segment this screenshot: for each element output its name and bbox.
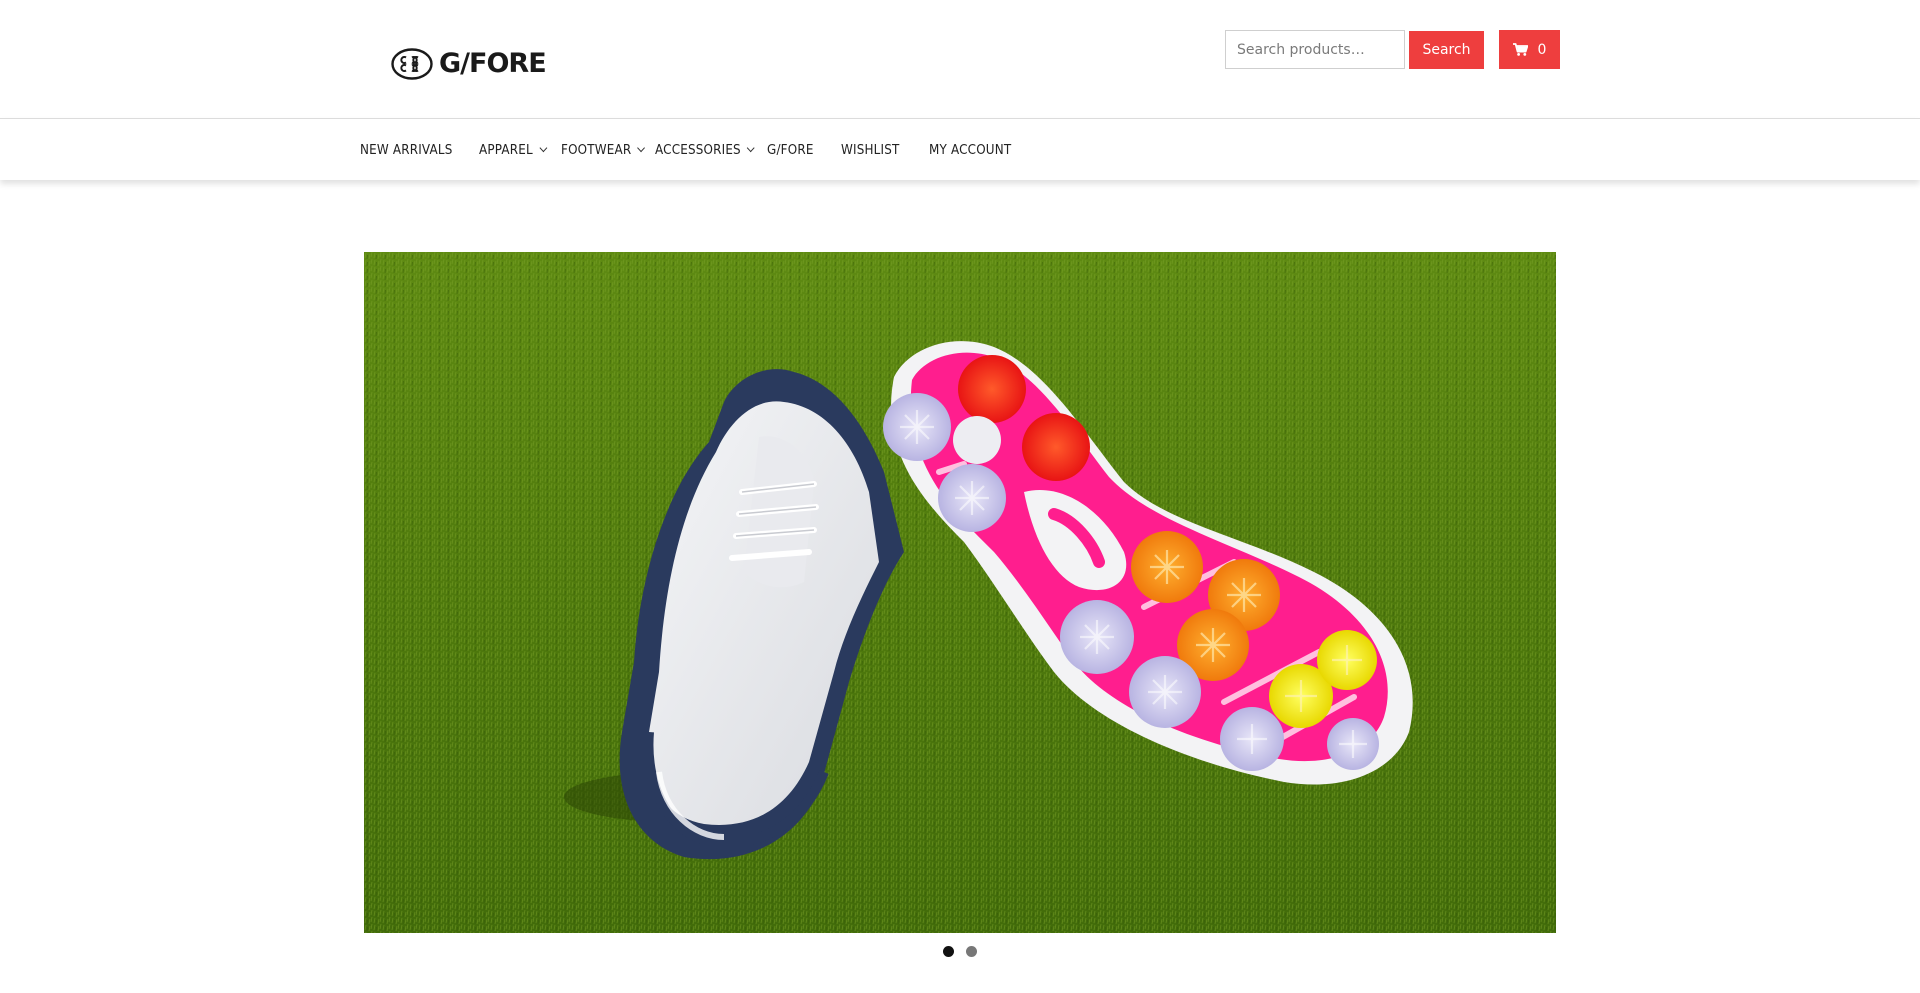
brand-logo-mark-icon <box>391 48 433 80</box>
slider-dot-1-active[interactable] <box>943 946 954 957</box>
nav-item-new-arrivals[interactable]: NEW ARRIVALS <box>360 119 453 181</box>
search-input[interactable] <box>1225 30 1405 69</box>
chevron-down-icon <box>539 143 547 152</box>
hero-slide-image <box>364 252 1556 933</box>
nav-item-label: WISHLIST <box>841 142 900 158</box>
nav-item-wishlist[interactable]: WISHLIST <box>841 119 900 181</box>
nav-item-my-account[interactable]: MY ACCOUNT <box>929 119 1011 181</box>
slider-pagination <box>0 946 1920 960</box>
cart-count: 0 <box>1537 41 1547 58</box>
hero-slider[interactable] <box>364 252 1556 933</box>
nav-item-footwear[interactable]: FOOTWEAR <box>561 119 646 181</box>
nav-item-accessories[interactable]: ACCESSORIES <box>655 119 755 181</box>
main-navigation: NEW ARRIVALS APPAREL FOOTWEAR ACCESSORIE… <box>0 118 1920 180</box>
brand-logo-wordmark: G/FORE <box>439 48 547 79</box>
site-header: G/FORE Search 0 <box>0 0 1920 118</box>
nav-item-label: G/FORE <box>767 142 814 158</box>
slider-dot-2[interactable] <box>966 946 977 957</box>
cart-button[interactable]: 0 <box>1499 30 1560 69</box>
chevron-down-icon <box>747 143 755 152</box>
nav-item-label: NEW ARRIVALS <box>360 142 453 158</box>
cart-icon <box>1512 43 1528 56</box>
nav-item-apparel[interactable]: APPAREL <box>479 119 547 181</box>
nav-item-label: MY ACCOUNT <box>929 142 1012 158</box>
brand-logo[interactable]: G/FORE <box>391 47 547 81</box>
nav-item-label: APPAREL <box>479 142 533 158</box>
search-button[interactable]: Search <box>1409 31 1484 69</box>
nav-item-gfore[interactable]: G/FORE <box>767 119 814 181</box>
chevron-down-icon <box>637 143 646 152</box>
nav-item-label: FOOTWEAR <box>561 142 632 158</box>
nav-item-label: ACCESSORIES <box>655 142 741 158</box>
